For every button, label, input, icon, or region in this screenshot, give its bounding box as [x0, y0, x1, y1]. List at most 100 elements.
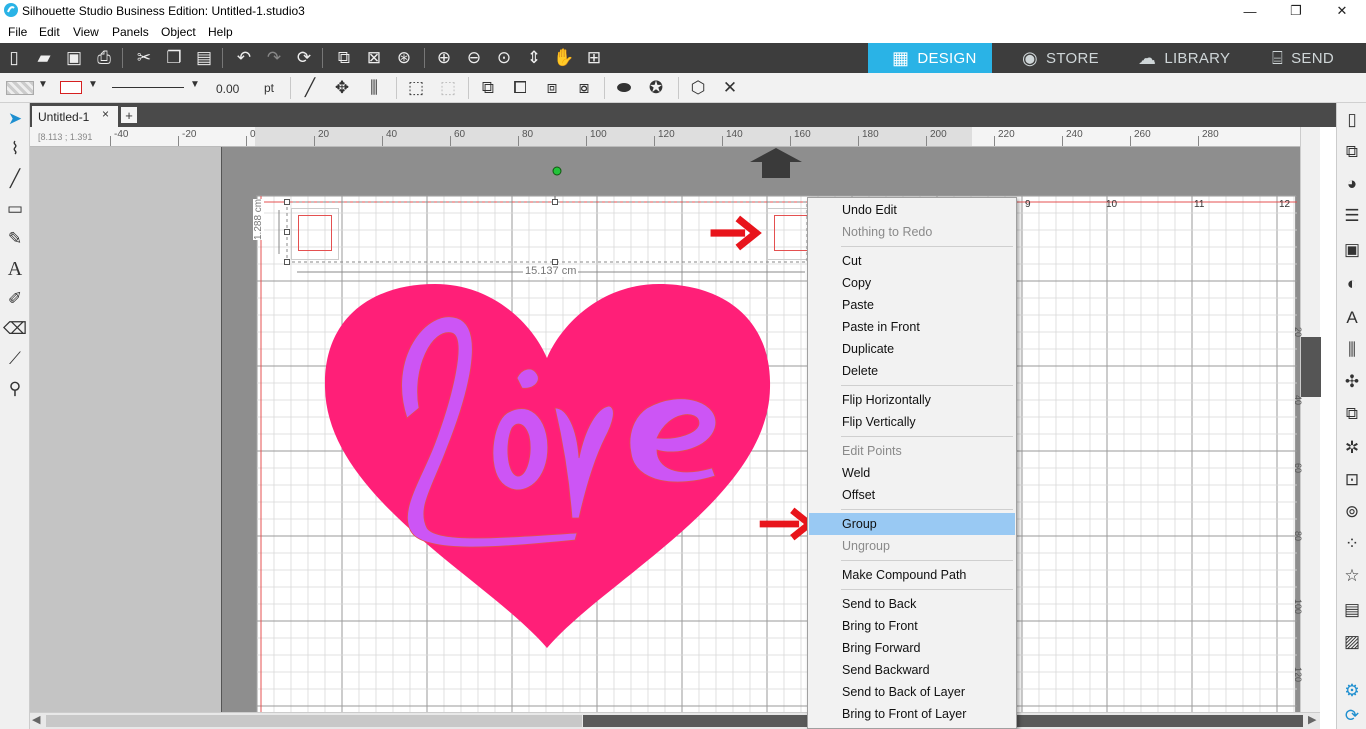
hatch-icon[interactable]: ▨: [1340, 629, 1364, 655]
resize-handle[interactable]: [552, 199, 558, 205]
pan-hand-icon[interactable]: ✋: [552, 47, 576, 69]
menu-item-flip-vertically[interactable]: Flip Vertically: [809, 411, 1015, 433]
print-icon[interactable]: ⎙: [92, 47, 116, 69]
ungroup-icon[interactable]: ⧠: [508, 77, 532, 99]
text-style-icon[interactable]: A: [1340, 305, 1364, 331]
menu-item-paste-in-front[interactable]: Paste in Front: [809, 316, 1015, 338]
offset-star-icon[interactable]: ✪: [644, 77, 668, 99]
offset-icon[interactable]: ⊡: [1340, 467, 1364, 493]
deselect-icon[interactable]: ⊠: [362, 47, 386, 69]
close-x-icon[interactable]: ✕: [718, 77, 742, 99]
menu-item-undo-edit[interactable]: Undo Edit: [809, 199, 1015, 221]
menu-file[interactable]: File: [8, 25, 27, 39]
text-icon[interactable]: A: [3, 257, 27, 281]
menu-item-bring-to-front-of-layer[interactable]: Bring to Front of Layer: [809, 703, 1015, 725]
cut-icon[interactable]: ✂: [132, 47, 156, 69]
menu-item-make-compound-path[interactable]: Make Compound Path: [809, 564, 1015, 586]
select-all-icon[interactable]: ⧉: [332, 47, 356, 69]
redraw-icon[interactable]: ⟳: [292, 47, 316, 69]
close-tab-icon[interactable]: ×: [102, 107, 109, 121]
line-icon[interactable]: ╱: [3, 167, 27, 191]
line-width-input[interactable]: 0.00: [210, 79, 256, 97]
settings-icon[interactable]: ⚙: [1340, 678, 1364, 704]
close-button[interactable]: ✕: [1319, 0, 1365, 22]
save-icon[interactable]: ▣: [62, 47, 86, 69]
line-style-selector[interactable]: [112, 87, 184, 88]
scroll-right-icon[interactable]: ▶: [1308, 713, 1316, 726]
menu-item-nothing-to-redo[interactable]: Nothing to Redo: [809, 221, 1015, 243]
resize-handle[interactable]: [284, 259, 290, 265]
line-color-swatch[interactable]: [60, 81, 82, 94]
horizontal-scrollbar[interactable]: ◀ ▶: [30, 712, 1320, 729]
refresh-icon[interactable]: ⟳: [1340, 703, 1364, 729]
pencil-icon[interactable]: ✎: [3, 227, 27, 251]
scroll-left-icon[interactable]: ◀: [32, 713, 40, 726]
new-file-icon[interactable]: ▯: [2, 47, 26, 69]
align-icon[interactable]: ⫼: [1340, 337, 1364, 363]
menu-item-weld[interactable]: Weld: [809, 462, 1015, 484]
compound-path-icon[interactable]: ⧈: [540, 77, 564, 99]
chevron-down-icon[interactable]: ▼: [190, 79, 200, 90]
sketch-panel-icon[interactable]: ⁘: [1340, 531, 1364, 557]
resize-icon[interactable]: ⬚: [404, 77, 428, 99]
undo-icon[interactable]: ↶: [232, 47, 256, 69]
cutting-mat-page[interactable]: 9 10 11 12 1.288 cm 15.137 cm: [253, 166, 1297, 712]
minimize-button[interactable]: —: [1227, 0, 1273, 22]
chevron-down-icon[interactable]: ▼: [38, 79, 48, 90]
menu-item-bring-forward[interactable]: Bring Forward: [809, 637, 1015, 659]
tab-store[interactable]: ◉ STORE: [1000, 43, 1120, 73]
library-star-icon[interactable]: ☆: [1340, 563, 1364, 589]
menu-item-bring-to-front[interactable]: Bring to Front: [809, 615, 1015, 637]
release-compound-icon[interactable]: ⧇: [572, 77, 596, 99]
add-tab-button[interactable]: +: [121, 107, 137, 123]
menu-item-send-to-back[interactable]: Send to Back: [809, 593, 1015, 615]
pixscan-icon[interactable]: ⧉: [1340, 139, 1364, 165]
zoom-in-icon[interactable]: ⊕: [432, 47, 456, 69]
3d-box-icon[interactable]: ⬡: [686, 77, 710, 99]
knife-icon[interactable]: ⟋: [3, 347, 27, 371]
menu-item-send-to-back-of-layer[interactable]: Send to Back of Layer: [809, 681, 1015, 703]
trace-panel-icon[interactable]: ⊚: [1340, 499, 1364, 525]
menu-item-delete[interactable]: Delete: [809, 360, 1015, 382]
menu-edit[interactable]: Edit: [39, 25, 60, 39]
menu-item-duplicate[interactable]: Duplicate: [809, 338, 1015, 360]
zoom-select-icon[interactable]: ⊙: [492, 47, 516, 69]
replicate-icon[interactable]: ⧉: [1340, 401, 1364, 427]
transform-icon[interactable]: ✣: [1340, 369, 1364, 395]
zoom-out-icon[interactable]: ⊖: [462, 47, 486, 69]
align-center-icon[interactable]: ⫼: [362, 77, 386, 99]
group-icon[interactable]: ⧉: [476, 77, 500, 99]
canvas-area[interactable]: 9 10 11 12 1.288 cm 15.137 cm: [30, 147, 1300, 712]
heart-love-design[interactable]: [317, 278, 777, 658]
menu-object[interactable]: Object: [161, 25, 196, 39]
resize-handle[interactable]: [284, 229, 290, 235]
eraser-icon[interactable]: ⌫: [3, 317, 27, 341]
menu-item-copy[interactable]: Copy: [809, 272, 1015, 294]
resize-handle[interactable]: [284, 199, 290, 205]
rectangle-icon[interactable]: ▭: [3, 197, 27, 221]
page-setup-icon[interactable]: ▯: [1340, 107, 1364, 133]
layers-icon[interactable]: ▤: [1340, 597, 1364, 623]
chevron-down-icon[interactable]: ▼: [88, 79, 98, 90]
line-tool-icon[interactable]: ╱: [298, 77, 322, 99]
point-edit-icon[interactable]: ⌇: [3, 137, 27, 161]
tab-library[interactable]: ☁ LIBRARY: [1130, 43, 1254, 73]
menu-item-flip-horizontally[interactable]: Flip Horizontally: [809, 389, 1015, 411]
redo-icon[interactable]: ↷: [262, 47, 286, 69]
open-folder-icon[interactable]: ▰: [32, 47, 56, 69]
menu-item-cut[interactable]: Cut: [809, 250, 1015, 272]
paste-icon[interactable]: ▤: [192, 47, 216, 69]
weld-icon[interactable]: ⬬: [612, 77, 636, 99]
zoom-fit-icon[interactable]: ⇕: [522, 47, 546, 69]
rotate-handle[interactable]: [552, 166, 562, 176]
tab-send[interactable]: ⌸ SEND: [1262, 43, 1366, 73]
line-style-icon[interactable]: ☰: [1340, 203, 1364, 229]
vertical-scroll-thumb[interactable]: [1301, 337, 1321, 397]
menu-item-ungroup[interactable]: Ungroup: [809, 535, 1015, 557]
tab-design[interactable]: ▦ DESIGN: [868, 43, 992, 73]
menu-panels[interactable]: Panels: [112, 25, 149, 39]
menu-view[interactable]: View: [73, 25, 99, 39]
fit-page-icon[interactable]: ⊞: [582, 47, 606, 69]
sketch-icon[interactable]: ✐: [3, 287, 27, 311]
select-icon[interactable]: ➤: [3, 107, 27, 131]
